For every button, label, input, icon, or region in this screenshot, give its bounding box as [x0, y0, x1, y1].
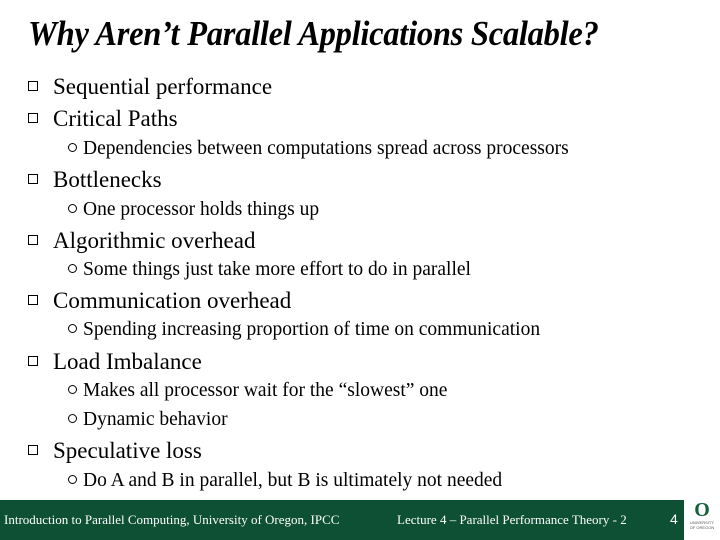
logo-line-2: OF OREGON — [689, 525, 715, 530]
sub-bullet-text: Dependencies between computations spread… — [83, 138, 569, 159]
circle-bullet-icon — [68, 324, 77, 333]
sub-bullet-item: Do A and B in parallel, but B is ultimat… — [68, 470, 502, 492]
circle-bullet-icon — [68, 414, 77, 423]
university-logo: O UNIVERSITY OF OREGON — [684, 500, 720, 540]
bullet-text: Speculative loss — [53, 438, 202, 463]
sub-bullet-text: Makes all processor wait for the “slowes… — [83, 380, 448, 401]
footer-course: Introduction to Parallel Computing, Univ… — [4, 512, 340, 527]
bullet-item: Algorithmic overhead — [28, 228, 255, 254]
sub-bullet-text: One processor holds things up — [83, 199, 320, 220]
bullet-item: Sequential performance — [28, 74, 272, 100]
circle-bullet-icon — [68, 475, 77, 484]
bullet-text: Critical Paths — [53, 106, 178, 131]
sub-bullet-item: Some things just take more effort to do … — [68, 259, 471, 281]
sub-bullet-text: Do A and B in parallel, but B is ultimat… — [83, 470, 503, 491]
circle-bullet-icon — [68, 143, 77, 152]
sub-bullet-text: Spending increasing proportion of time o… — [83, 319, 541, 340]
bullet-item: Speculative loss — [28, 438, 202, 464]
slide-title: Why Aren’t Parallel Applications Scalabl… — [28, 14, 599, 53]
square-bullet-icon — [28, 113, 38, 123]
bullet-item: Critical Paths — [28, 106, 178, 132]
footer-bar: Introduction to Parallel Computing, Univ… — [0, 500, 684, 540]
oregon-o-icon: O — [694, 499, 710, 521]
square-bullet-icon — [28, 235, 38, 245]
square-bullet-icon — [28, 445, 38, 455]
footer-lecture: Lecture 4 – Parallel Performance Theory … — [397, 512, 627, 527]
bullet-text: Bottlenecks — [53, 167, 162, 192]
circle-bullet-icon — [68, 385, 77, 394]
square-bullet-icon — [28, 81, 38, 91]
square-bullet-icon — [28, 356, 38, 366]
bullet-text: Sequential performance — [53, 74, 273, 99]
page-number: 4 — [670, 511, 678, 527]
square-bullet-icon — [28, 295, 38, 305]
sub-bullet-text: Some things just take more effort to do … — [83, 259, 471, 280]
circle-bullet-icon — [68, 264, 77, 273]
bullet-item: Load Imbalance — [28, 349, 202, 375]
bullet-item: Bottlenecks — [28, 167, 162, 193]
circle-bullet-icon — [68, 204, 77, 213]
square-bullet-icon — [28, 174, 38, 184]
sub-bullet-item: Spending increasing proportion of time o… — [68, 319, 540, 341]
bullet-text: Load Imbalance — [53, 349, 202, 374]
bullet-text: Communication overhead — [53, 288, 292, 313]
sub-bullet-item: Dependencies between computations spread… — [68, 138, 569, 160]
sub-bullet-item: One processor holds things up — [68, 199, 319, 221]
bullet-text: Algorithmic overhead — [53, 228, 256, 253]
bullet-item: Communication overhead — [28, 288, 291, 314]
sub-bullet-item: Dynamic behavior — [68, 409, 228, 431]
sub-bullet-item: Makes all processor wait for the “slowes… — [68, 380, 447, 402]
sub-bullet-text: Dynamic behavior — [83, 409, 228, 430]
